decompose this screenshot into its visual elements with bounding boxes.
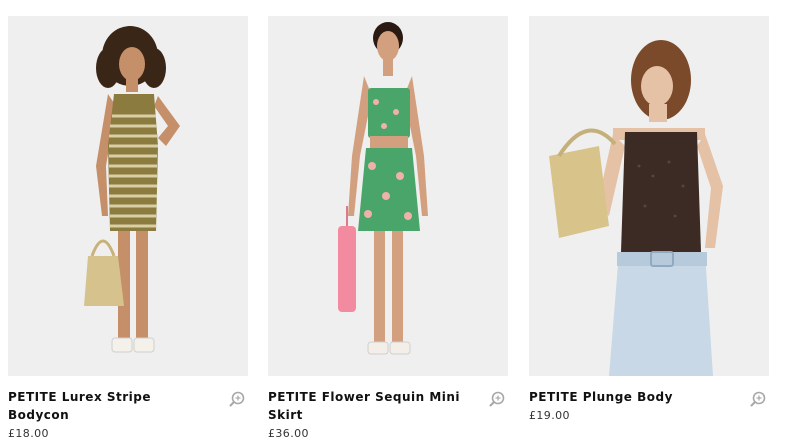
quick-view-magnifier-icon[interactable] <box>228 390 246 408</box>
product-info: PETITE Flower Sequin Mini Skirt £36.00 <box>268 376 508 440</box>
product-info: PETITE Plunge Body £19.00 <box>529 376 769 422</box>
product-card: PETITE Flower Sequin Mini Skirt £36.00 <box>268 16 508 446</box>
product-card: PETITE Lurex Stripe Bodycon £18.00 <box>8 16 248 446</box>
product-price: £19.00 <box>529 409 570 422</box>
product-info: PETITE Lurex Stripe Bodycon £18.00 <box>8 376 248 440</box>
quick-view-magnifier-icon[interactable] <box>488 390 506 408</box>
product-image[interactable] <box>8 16 248 376</box>
product-image[interactable] <box>529 16 769 376</box>
product-image[interactable] <box>268 16 508 376</box>
product-title-link[interactable]: PETITE Plunge Body <box>529 388 729 406</box>
product-title-link[interactable]: PETITE Lurex Stripe Bodycon <box>8 388 208 424</box>
product-card: PETITE Plunge Body £19.00 <box>529 16 769 446</box>
product-title-link[interactable]: PETITE Flower Sequin Mini Skirt <box>268 388 468 424</box>
product-grid: PETITE Lurex Stripe Bodycon £18.00 PETIT… <box>0 0 788 448</box>
product-price: £36.00 <box>268 427 309 440</box>
quick-view-magnifier-icon[interactable] <box>749 390 767 408</box>
product-price: £18.00 <box>8 427 49 440</box>
